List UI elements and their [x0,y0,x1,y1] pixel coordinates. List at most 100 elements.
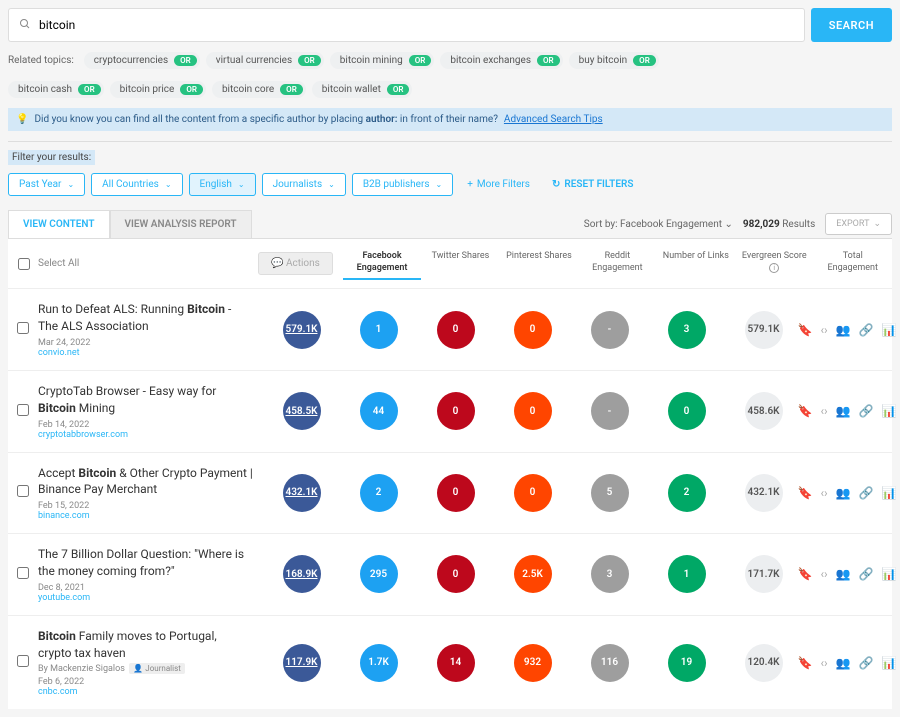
metric-pinterest[interactable]: 0 [437,311,475,349]
col-evergreen-score[interactable]: Evergreen Score i [735,247,813,280]
chart-icon[interactable]: 📊 [882,656,897,670]
topic-pill[interactable]: bitcoin coreOR [212,81,306,98]
filter-all-countries[interactable]: All Countries⌄ [91,173,182,196]
topic-pill[interactable]: bitcoin miningOR [330,52,435,69]
link-icon[interactable]: 🔗 [859,404,874,418]
metric-evergreen[interactable]: 2 [668,474,706,512]
metric-links[interactable]: - [591,392,629,430]
metric-twitter[interactable]: 1.7K [360,644,398,682]
people-icon[interactable]: 👥 [836,323,851,337]
metric-links[interactable]: - [591,311,629,349]
col-total-engagement[interactable]: Total Engagement [814,247,892,280]
topic-pill[interactable]: bitcoin priceOR [110,81,206,98]
topic-pill[interactable]: bitcoin exchangesOR [440,52,562,69]
result-source[interactable]: youtube.com [38,593,253,603]
bookmark-icon[interactable]: 🔖 [797,404,812,418]
row-checkbox[interactable] [17,655,29,667]
link-icon[interactable]: 🔗 [859,567,874,581]
metric-pinterest[interactable]: 14 [437,644,475,682]
metric-pinterest[interactable]: 0 [437,392,475,430]
chart-icon[interactable]: 📊 [882,323,897,337]
result-title[interactable]: The 7 Billion Dollar Question: "Where is… [38,546,253,580]
result-source[interactable]: cryptotabbrowser.com [38,430,253,440]
sort-by[interactable]: Sort by: Facebook Engagement ⌄ [584,219,733,230]
metric-reddit[interactable]: 0 [514,311,552,349]
chart-icon[interactable]: 📊 [882,567,897,581]
row-checkbox[interactable] [17,485,29,497]
select-all-checkbox[interactable] [18,258,30,270]
col-reddit-engagement[interactable]: Reddit Engagement [578,247,656,280]
metric-facebook[interactable]: 458.5K [283,392,321,430]
result-source[interactable]: convio.net [38,348,253,358]
people-icon[interactable]: 👥 [836,486,851,500]
bookmark-icon[interactable]: 🔖 [797,486,812,500]
row-checkbox[interactable] [17,567,29,579]
advanced-search-link[interactable]: Advanced Search Tips [504,114,603,125]
topic-pill[interactable]: bitcoin walletOR [312,81,413,98]
metric-facebook[interactable]: 117.9K [283,644,321,682]
metric-twitter[interactable]: 295 [360,555,398,593]
link-icon[interactable]: 🔗 [859,486,874,500]
share-icon[interactable]: ‹› [820,323,827,337]
metric-reddit[interactable]: 0 [514,474,552,512]
metric-links[interactable]: 3 [591,555,629,593]
link-icon[interactable]: 🔗 [859,323,874,337]
search-box[interactable] [8,8,805,42]
topic-pill[interactable]: cryptocurrenciesOR [84,52,200,69]
result-source[interactable]: binance.com [38,511,253,521]
result-title[interactable]: Accept Bitcoin & Other Crypto Payment | … [38,465,253,499]
metric-facebook[interactable]: 432.1K [283,474,321,512]
metric-reddit[interactable]: 932 [514,644,552,682]
people-icon[interactable]: 👥 [836,656,851,670]
metric-facebook[interactable]: 168.9K [283,555,321,593]
metric-evergreen[interactable]: 1 [668,555,706,593]
people-icon[interactable]: 👥 [836,404,851,418]
row-checkbox[interactable] [17,322,29,334]
metric-pinterest[interactable]: 0 [437,555,475,593]
col-facebook-engagement[interactable]: Facebook Engagement [343,247,421,280]
topic-pill[interactable]: virtual currenciesOR [206,52,324,69]
search-input[interactable] [39,18,794,32]
metric-links[interactable]: 5 [591,474,629,512]
share-icon[interactable]: ‹› [820,656,827,670]
bookmark-icon[interactable]: 🔖 [797,323,812,337]
result-title[interactable]: Run to Defeat ALS: Running Bitcoin - The… [38,301,253,335]
filter-journalists[interactable]: Journalists⌄ [262,173,346,196]
share-icon[interactable]: ‹› [820,404,827,418]
metric-pinterest[interactable]: 0 [437,474,475,512]
filter-english[interactable]: English⌄ [189,173,256,196]
export-button[interactable]: EXPORT ⌄ [825,213,892,235]
metric-evergreen[interactable]: 0 [668,392,706,430]
chart-icon[interactable]: 📊 [882,486,897,500]
col-pinterest-shares[interactable]: Pinterest Shares [500,247,578,280]
people-icon[interactable]: 👥 [836,567,851,581]
link-icon[interactable]: 🔗 [859,656,874,670]
reset-filters[interactable]: ↻ RESET FILTERS [544,174,641,195]
result-title[interactable]: Bitcoin Family moves to Portugal, crypto… [38,628,253,662]
metric-reddit[interactable]: 2.5K [514,555,552,593]
metric-twitter[interactable]: 44 [360,392,398,430]
filter-past-year[interactable]: Past Year⌄ [8,173,85,196]
metric-links[interactable]: 116 [591,644,629,682]
tab-view-analysis[interactable]: VIEW ANALYSIS REPORT [110,210,252,238]
filter-b2b-publishers[interactable]: B2B publishers⌄ [352,173,453,196]
tab-view-content[interactable]: VIEW CONTENT [8,210,110,238]
bookmark-icon[interactable]: 🔖 [797,567,812,581]
metric-evergreen[interactable]: 19 [668,644,706,682]
col-number-of-links[interactable]: Number of Links [657,247,735,280]
topic-pill[interactable]: bitcoin cashOR [8,81,104,98]
metric-evergreen[interactable]: 3 [668,311,706,349]
search-button[interactable]: SEARCH [811,8,892,42]
metric-twitter[interactable]: 2 [360,474,398,512]
share-icon[interactable]: ‹› [820,486,827,500]
metric-reddit[interactable]: 0 [514,392,552,430]
metric-twitter[interactable]: 1 [360,311,398,349]
bookmark-icon[interactable]: 🔖 [797,656,812,670]
share-icon[interactable]: ‹› [820,567,827,581]
more-filters[interactable]: + More Filters [459,174,538,195]
topic-pill[interactable]: buy bitcoinOR [569,52,659,69]
info-icon[interactable]: i [769,263,779,273]
chart-icon[interactable]: 📊 [882,404,897,418]
result-source[interactable]: cnbc.com [38,687,253,697]
metric-facebook[interactable]: 579.1K [283,311,321,349]
